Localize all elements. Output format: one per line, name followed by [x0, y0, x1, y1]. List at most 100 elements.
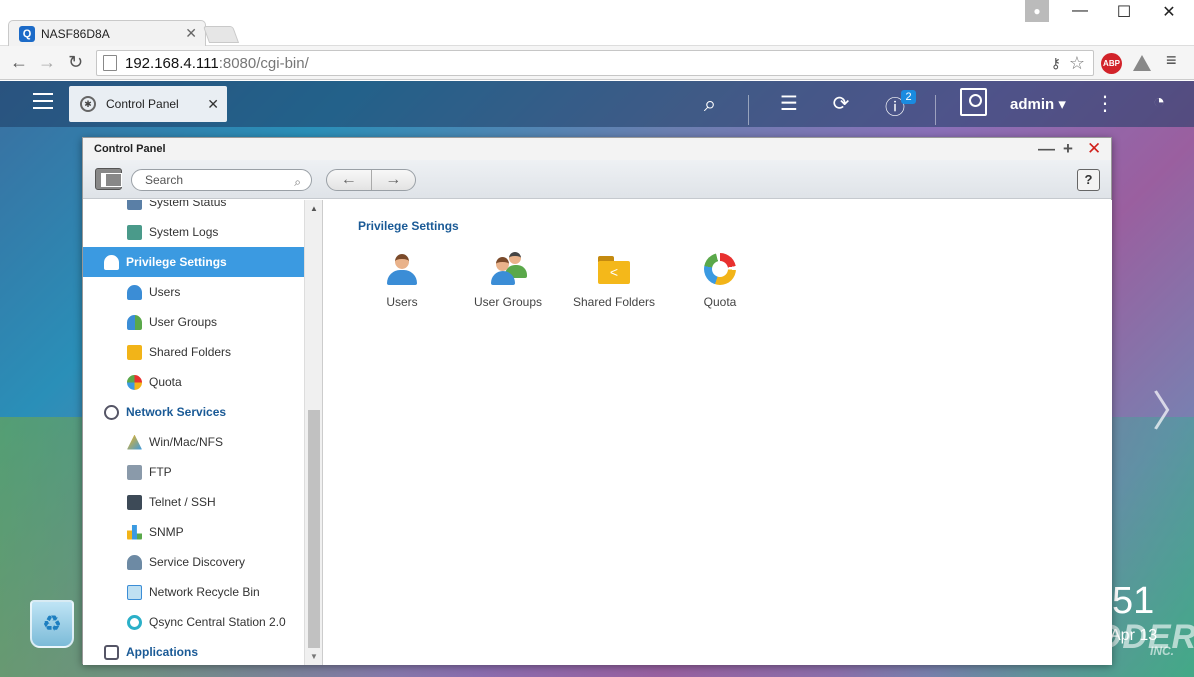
- qnap-favicon-icon: Q: [19, 25, 35, 42]
- minimize-button[interactable]: —: [1060, 2, 1100, 20]
- admin-user-menu[interactable]: admin ▾: [1010, 95, 1066, 113]
- address-bar[interactable]: 192.168.4.111:8080/cgi-bin/ ⚷ ☆: [96, 50, 1094, 76]
- address-host: 192.168.4.111: [125, 54, 219, 72]
- user-groups-icon: [491, 252, 527, 286]
- close-app-tab-icon[interactable]: ✕: [207, 96, 219, 113]
- sidebar-item-ftp[interactable]: FTP: [83, 457, 304, 487]
- search-magnifier-icon[interactable]: ⌕: [294, 172, 301, 192]
- notification-badge: 2: [901, 90, 916, 104]
- sidebar-item-applications[interactable]: Applications: [83, 637, 304, 665]
- sidebar-item-label: Network Services: [126, 405, 227, 419]
- sidebar-item-label: System Status: [149, 200, 227, 209]
- tile-users[interactable]: Users: [352, 252, 452, 312]
- sidebar-item-label: Telnet / SSH: [149, 495, 216, 509]
- recycle-bin-icon[interactable]: ♻: [30, 600, 74, 648]
- person-icon[interactable]: ●: [1025, 0, 1049, 22]
- window-titlebar[interactable]: Control Panel — + ✕: [83, 138, 1111, 160]
- sidebar-item-label: SNMP: [149, 525, 184, 539]
- gear-icon: ✱: [80, 96, 96, 112]
- tile-label: Shared Folders: [572, 295, 656, 309]
- window-maximize-button[interactable]: +: [1063, 139, 1073, 159]
- sidebar-item-win-mac-nfs[interactable]: Win/Mac/NFS: [83, 427, 304, 457]
- forward-arrow-icon[interactable]: →: [38, 52, 56, 73]
- bookmark-star-icon[interactable]: ☆: [1069, 53, 1085, 74]
- sidebar-item-network-services[interactable]: Network Services: [83, 397, 304, 427]
- tile-user-groups[interactable]: User Groups: [458, 252, 558, 312]
- adblock-icon[interactable]: ABP: [1101, 53, 1122, 74]
- log-icon: [127, 224, 142, 240]
- history-nav: ← →: [326, 169, 416, 191]
- main-menu-icon[interactable]: [33, 93, 53, 109]
- user-avatar-icon[interactable]: [960, 88, 987, 116]
- sidebar-item-system-logs[interactable]: System Logs: [83, 217, 304, 247]
- content-pane: Privilege Settings Users User Groups < S…: [323, 200, 1112, 665]
- sidebar: System Status System Logs Privilege Sett…: [83, 200, 304, 665]
- tile-label: User Groups: [473, 295, 543, 309]
- sidebar-item-shared-folders[interactable]: Shared Folders: [83, 337, 304, 367]
- sidebar-item-system-status[interactable]: System Status: [83, 200, 304, 217]
- back-arrow-icon[interactable]: ←: [10, 52, 28, 73]
- taskbar-separator: [935, 95, 936, 125]
- close-tab-icon[interactable]: ✕: [185, 25, 197, 42]
- new-tab-button[interactable]: [202, 26, 240, 43]
- network-share-icon: [127, 434, 142, 450]
- qts-taskbar: ✱ Control Panel ✕ ⌕ ☰ ⟳ ⓘ admin ▾ ⋮ ◔: [0, 81, 1194, 127]
- recycle-bin-small-icon: [127, 584, 142, 600]
- quota-icon: [127, 374, 142, 390]
- window-minimize-button[interactable]: —: [1038, 139, 1055, 159]
- external-device-icon[interactable]: ⟳: [826, 91, 856, 116]
- sidebar-item-label: Users: [149, 285, 181, 299]
- sidebar-item-label: Qsync Central Station 2.0: [149, 615, 286, 629]
- monitor-icon: [127, 200, 142, 210]
- sidebar-item-privilege-settings[interactable]: Privilege Settings: [83, 247, 304, 277]
- tile-label: Users: [386, 295, 418, 309]
- tile-shared-folders[interactable]: < Shared Folders: [564, 252, 664, 312]
- layout-toggle-icon[interactable]: [95, 168, 122, 190]
- window-close-button[interactable]: ✕: [1087, 139, 1101, 159]
- terminal-icon: [127, 494, 142, 510]
- sidebar-item-telnet-ssh[interactable]: Telnet / SSH: [83, 487, 304, 517]
- control-panel-window: Control Panel — + ✕ Search ⌕ ← → ? Syste…: [82, 137, 1112, 665]
- nav-back-button[interactable]: ←: [327, 170, 372, 190]
- sidebar-item-label: Privilege Settings: [126, 255, 227, 269]
- applications-icon: [104, 644, 119, 660]
- control-panel-app-tab[interactable]: ✱ Control Panel ✕: [69, 86, 227, 122]
- sidebar-item-service-discovery[interactable]: Service Discovery: [83, 547, 304, 577]
- desktop-clock: 51: [1112, 580, 1155, 622]
- sidebar-item-label: Shared Folders: [149, 345, 232, 359]
- sidebar-item-network-recycle-bin[interactable]: Network Recycle Bin: [83, 577, 304, 607]
- page-title: Privilege Settings: [358, 219, 459, 233]
- sidebar-item-label: Quota: [149, 375, 182, 389]
- dashboard-icon[interactable]: ◔: [1144, 91, 1174, 114]
- sidebar-item-label: FTP: [149, 465, 172, 479]
- key-icon[interactable]: ⚷: [1051, 55, 1061, 72]
- search-placeholder: Search: [145, 173, 184, 187]
- reload-icon[interactable]: ↻: [68, 52, 83, 73]
- search-icon[interactable]: ⌕: [695, 91, 725, 117]
- sidebar-item-snmp[interactable]: SNMP: [83, 517, 304, 547]
- page-icon: [103, 55, 117, 71]
- next-page-arrow-icon[interactable]: 〉: [1152, 378, 1194, 439]
- sidebar-item-quota[interactable]: Quota: [83, 367, 304, 397]
- users-icon: [385, 252, 419, 286]
- scroll-thumb[interactable]: [308, 410, 320, 648]
- browser-tab[interactable]: Q NASF86D8A ✕: [8, 20, 206, 46]
- maximize-button[interactable]: ☐: [1104, 2, 1144, 22]
- sidebar-item-label: User Groups: [149, 315, 218, 329]
- browser-toolbar: ← → ↻ 192.168.4.111:8080/cgi-bin/ ⚷ ☆ AB…: [0, 46, 1194, 80]
- tile-quota[interactable]: Quota: [670, 252, 770, 312]
- more-options-icon[interactable]: ⋮: [1090, 91, 1120, 116]
- sidebar-item-qsync[interactable]: Qsync Central Station 2.0: [83, 607, 304, 637]
- scroll-down-icon[interactable]: ▼: [310, 652, 318, 661]
- help-button[interactable]: ?: [1077, 169, 1100, 191]
- scroll-up-icon[interactable]: ▲: [310, 204, 318, 213]
- sidebar-item-user-groups[interactable]: User Groups: [83, 307, 304, 337]
- close-window-button[interactable]: ✕: [1149, 2, 1189, 22]
- browser-menu-icon[interactable]: ≡: [1166, 50, 1177, 71]
- sidebar-item-users[interactable]: Users: [83, 277, 304, 307]
- background-tasks-icon[interactable]: ☰: [774, 91, 804, 116]
- drive-extension-icon[interactable]: [1133, 55, 1151, 71]
- search-input[interactable]: Search ⌕: [131, 169, 312, 191]
- nav-forward-button[interactable]: →: [372, 170, 416, 190]
- sidebar-scrollbar[interactable]: ▲ ▼: [304, 200, 322, 665]
